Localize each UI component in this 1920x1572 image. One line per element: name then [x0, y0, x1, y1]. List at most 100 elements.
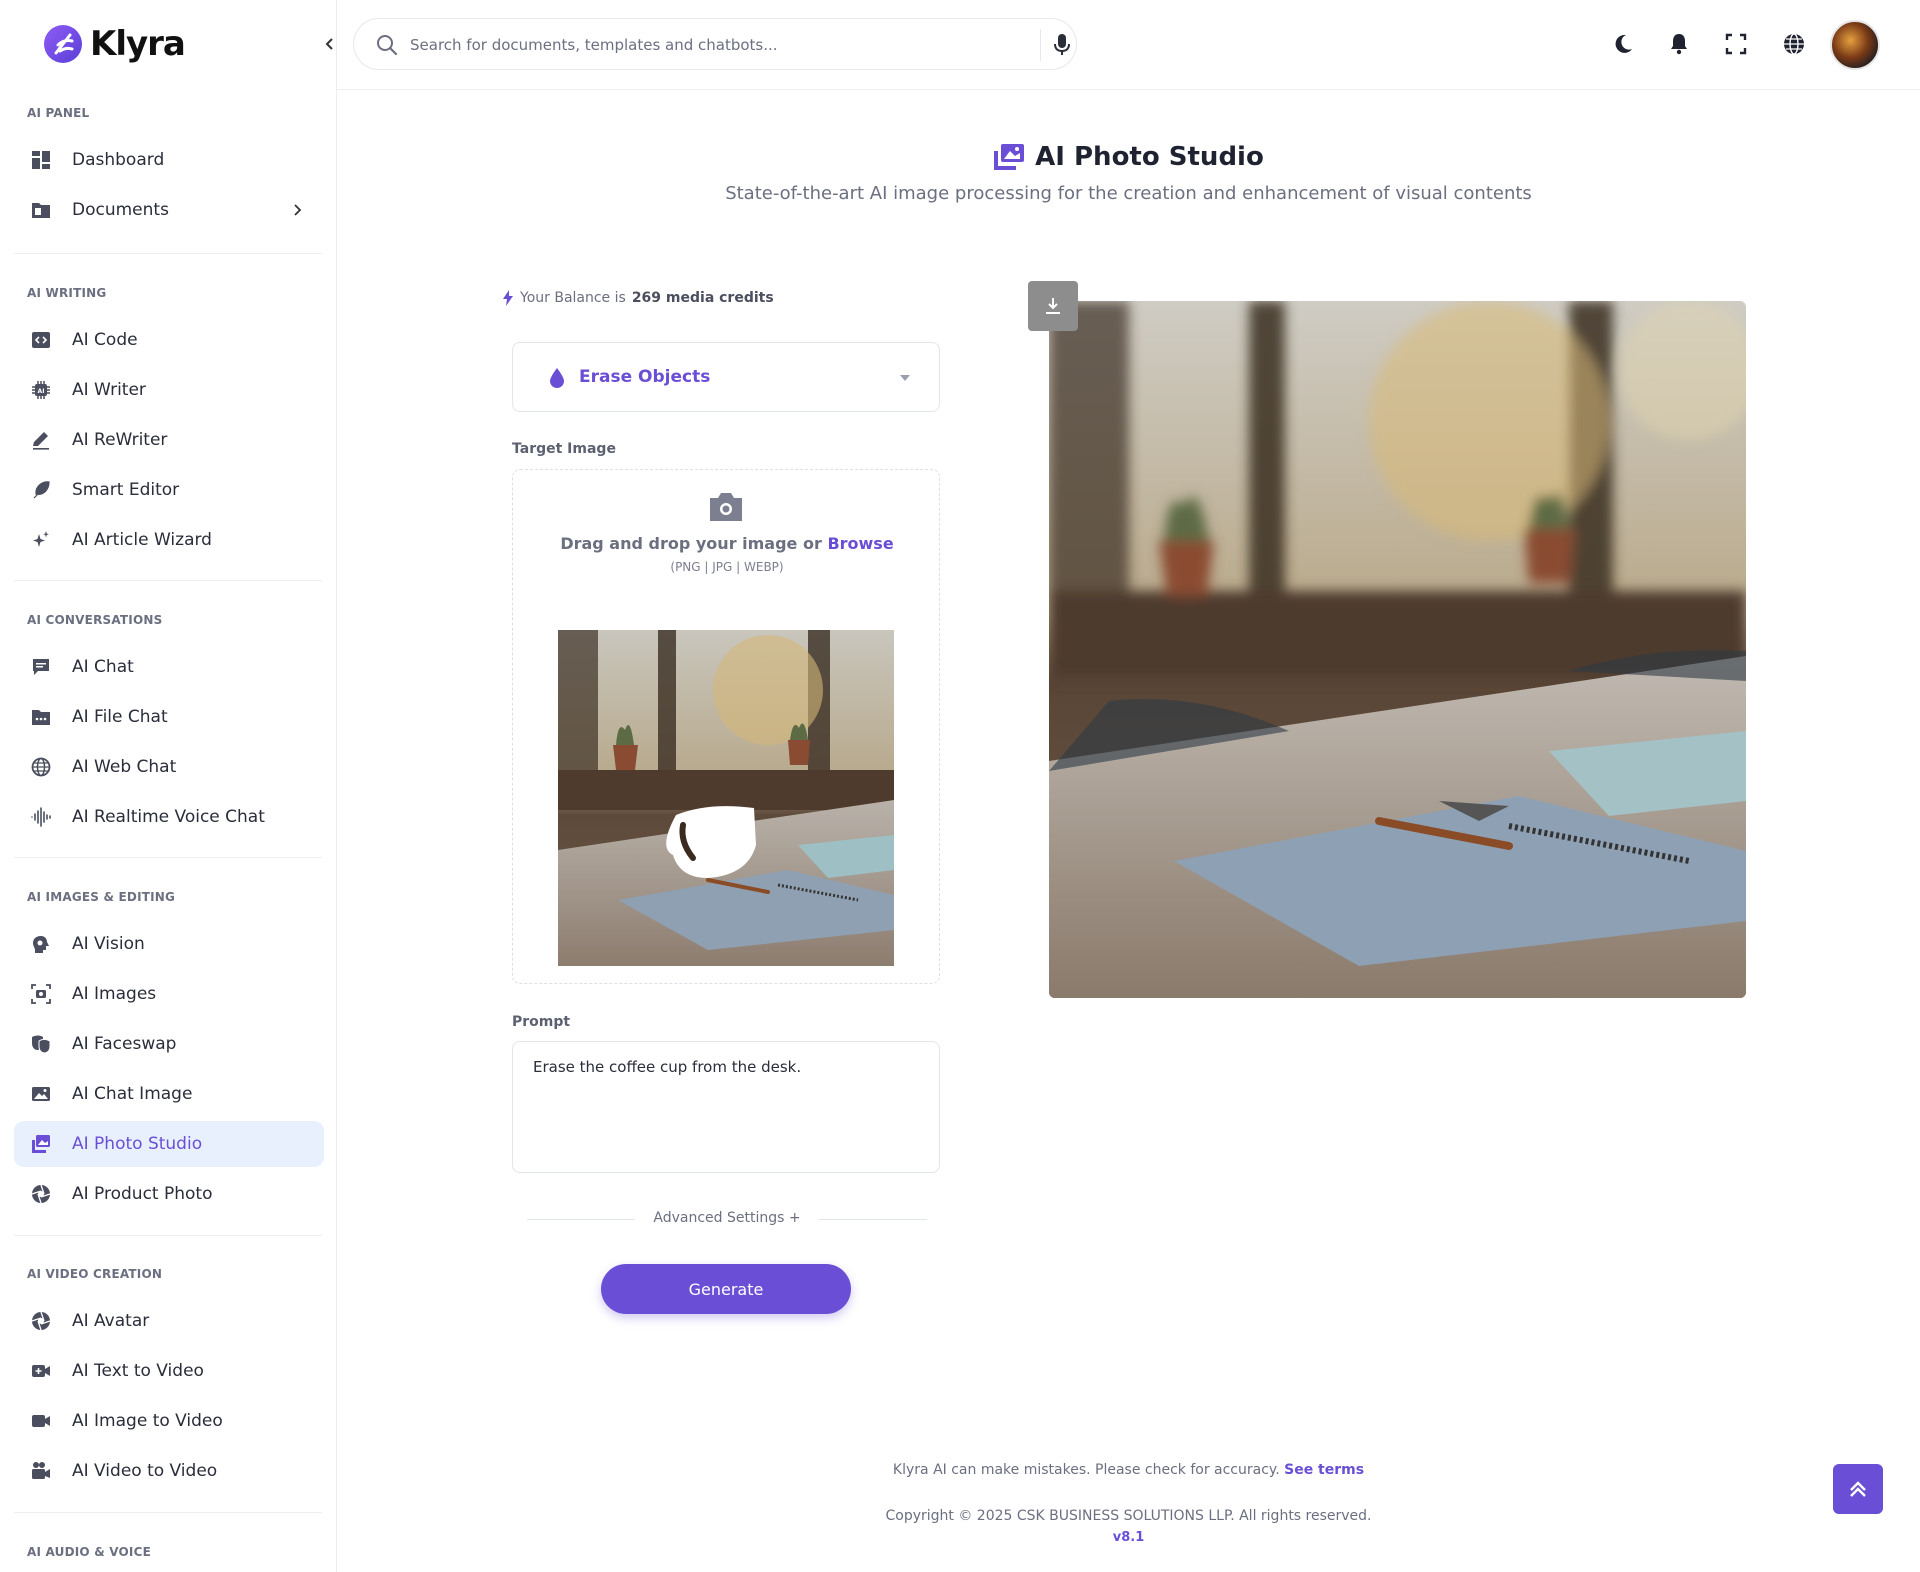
- sidebar-item-ai-realtime-voice-chat[interactable]: AI Realtime Voice Chat: [14, 794, 324, 840]
- divider: [14, 253, 322, 254]
- search-input[interactable]: [410, 31, 970, 59]
- image-dropzone[interactable]: Drag and drop your image or Browse (PNG …: [512, 469, 940, 984]
- sidebar-item-ai-product-photo[interactable]: AI Product Photo: [14, 1171, 324, 1217]
- section-ai-conversations: AI CONVERSATIONS: [27, 613, 163, 627]
- balance-prefix: Your Balance is: [520, 290, 626, 306]
- chip-icon: AI: [32, 381, 50, 399]
- sidebar-item-label: AI Chat: [72, 657, 134, 677]
- sidebar-item-ai-writer[interactable]: AI AI Writer: [14, 367, 324, 413]
- dropzone-text: Drag and drop your image or Browse: [513, 534, 941, 553]
- aperture-icon: [31, 1311, 51, 1331]
- topbar: [337, 0, 1920, 90]
- drop-icon: [550, 368, 564, 388]
- tool-select-value: Erase Objects: [579, 367, 711, 387]
- prompt-textarea[interactable]: Erase the coffee cup from the desk.: [512, 1041, 940, 1173]
- tool-select[interactable]: Erase Objects: [512, 342, 940, 412]
- page-header: AI Photo Studio State-of-the-art AI imag…: [337, 142, 1920, 204]
- moon-icon[interactable]: [1611, 32, 1635, 56]
- fullscreen-icon[interactable]: [1724, 32, 1748, 56]
- feather-icon: [33, 481, 50, 499]
- masks-icon: [32, 1035, 51, 1054]
- sidebar-item-ai-text-to-video[interactable]: AI Text to Video: [14, 1348, 324, 1394]
- sidebar-item-ai-photo-studio[interactable]: AI Photo Studio: [14, 1121, 324, 1167]
- double-chevron-up-icon: [1850, 1481, 1866, 1497]
- search-divider: [1040, 29, 1041, 61]
- sidebar-item-ai-rewriter[interactable]: AI ReWriter: [14, 417, 324, 463]
- caret-down-icon: [900, 375, 910, 381]
- section-ai-panel: AI PANEL: [27, 106, 90, 120]
- chevron-right-icon: [294, 204, 302, 216]
- balance-amount: 269 media credits: [631, 290, 774, 306]
- advanced-settings-toggle[interactable]: Advanced Settings +: [527, 1209, 927, 1229]
- sidebar-item-label: Dashboard: [72, 150, 165, 170]
- result-image: [1049, 301, 1746, 998]
- folder-chat-icon: [32, 710, 50, 725]
- image-scan-icon: [31, 984, 51, 1004]
- sidebar-item-ai-chat[interactable]: AI Chat: [14, 644, 324, 690]
- lightning-icon: [503, 290, 513, 306]
- image-icon: [32, 1087, 50, 1101]
- sidebar-item-label: AI Article Wizard: [72, 530, 212, 550]
- sidebar-item-dashboard[interactable]: Dashboard: [14, 137, 324, 183]
- page-subtitle: State-of-the-art AI image processing for…: [725, 183, 1532, 204]
- divider: [14, 1235, 322, 1236]
- logo-mark-icon: [44, 25, 82, 63]
- download-button[interactable]: [1028, 281, 1078, 331]
- sidebar-item-label: AI Realtime Voice Chat: [72, 807, 265, 827]
- see-terms-link[interactable]: See terms: [1284, 1462, 1364, 1478]
- sidebar-item-label: AI Web Chat: [72, 757, 177, 777]
- sidebar-item-documents[interactable]: Documents: [14, 187, 324, 233]
- microphone-icon[interactable]: [1051, 33, 1073, 57]
- chat-icon: [33, 659, 49, 675]
- sidebar-item-label: AI Code: [72, 330, 138, 350]
- logo[interactable]: Klyra: [44, 22, 186, 66]
- sparkle-icon: [33, 531, 49, 547]
- brain-icon: [33, 936, 49, 953]
- pen-icon: [33, 432, 49, 450]
- section-ai-video: AI VIDEO CREATION: [27, 1267, 163, 1281]
- sidebar-item-smart-editor[interactable]: Smart Editor: [14, 467, 324, 513]
- svg-text:AI: AI: [38, 388, 45, 395]
- sidebar-item-label: AI Video to Video: [72, 1461, 218, 1481]
- uploaded-image-preview: [558, 630, 894, 966]
- sidebar-item-ai-image-to-video[interactable]: AI Image to Video: [14, 1398, 324, 1444]
- balance-info: Your Balance is 269 media credits: [502, 290, 774, 306]
- sidebar-item-ai-web-chat[interactable]: AI Web Chat: [14, 744, 324, 790]
- avatar[interactable]: [1830, 20, 1880, 70]
- generate-button[interactable]: Generate: [601, 1264, 851, 1314]
- browse-link[interactable]: Browse: [827, 534, 893, 553]
- sidebar-item-label: AI Vision: [72, 934, 145, 954]
- advanced-settings-label: Advanced Settings +: [527, 1210, 927, 1226]
- sidebar-item-ai-video-to-video[interactable]: AI Video to Video: [14, 1448, 324, 1494]
- page-title: AI Photo Studio: [993, 142, 1264, 172]
- drag-text: Drag and drop your image or: [560, 534, 822, 553]
- target-image-label: Target Image: [512, 441, 616, 457]
- page-title-text: AI Photo Studio: [1035, 142, 1264, 172]
- bell-icon[interactable]: [1667, 32, 1691, 56]
- sidebar-item-ai-chat-image[interactable]: AI Chat Image: [14, 1071, 324, 1117]
- sidebar-item-ai-file-chat[interactable]: AI File Chat: [14, 694, 324, 740]
- sidebar-item-label: Documents: [72, 200, 169, 220]
- footer-copyright: Copyright © 2025 CSK BUSINESS SOLUTIONS …: [885, 1508, 1372, 1524]
- desk-photo-result: [1049, 301, 1746, 998]
- footer-version: v8.1: [337, 1530, 1920, 1545]
- scroll-to-top-button[interactable]: [1833, 1464, 1883, 1514]
- sidebar-item-label: AI Text to Video: [72, 1361, 204, 1381]
- video-camera-icon: [32, 1415, 50, 1427]
- sidebar-item-ai-code[interactable]: AI Code: [14, 317, 324, 363]
- sidebar-item-ai-images[interactable]: AI Images: [14, 971, 324, 1017]
- sidebar-item-ai-faceswap[interactable]: AI Faceswap: [14, 1021, 324, 1067]
- desk-photo-thumbnail: [558, 630, 894, 966]
- sidebar-item-ai-vision[interactable]: AI Vision: [14, 921, 324, 967]
- code-icon: [32, 332, 50, 348]
- sidebar-item-label: AI Chat Image: [72, 1084, 193, 1104]
- collapse-sidebar-button[interactable]: [318, 32, 336, 56]
- sidebar-item-label: AI ReWriter: [72, 430, 168, 450]
- sidebar-item-label: Smart Editor: [72, 480, 180, 500]
- camera-icon: [710, 493, 742, 521]
- dashboard-icon: [32, 151, 50, 169]
- sidebar-item-ai-article-wizard[interactable]: AI Article Wizard: [14, 517, 324, 563]
- globe-icon: [31, 757, 51, 777]
- sidebar-item-ai-avatar[interactable]: AI Avatar: [14, 1298, 324, 1344]
- globe-icon[interactable]: [1782, 32, 1806, 56]
